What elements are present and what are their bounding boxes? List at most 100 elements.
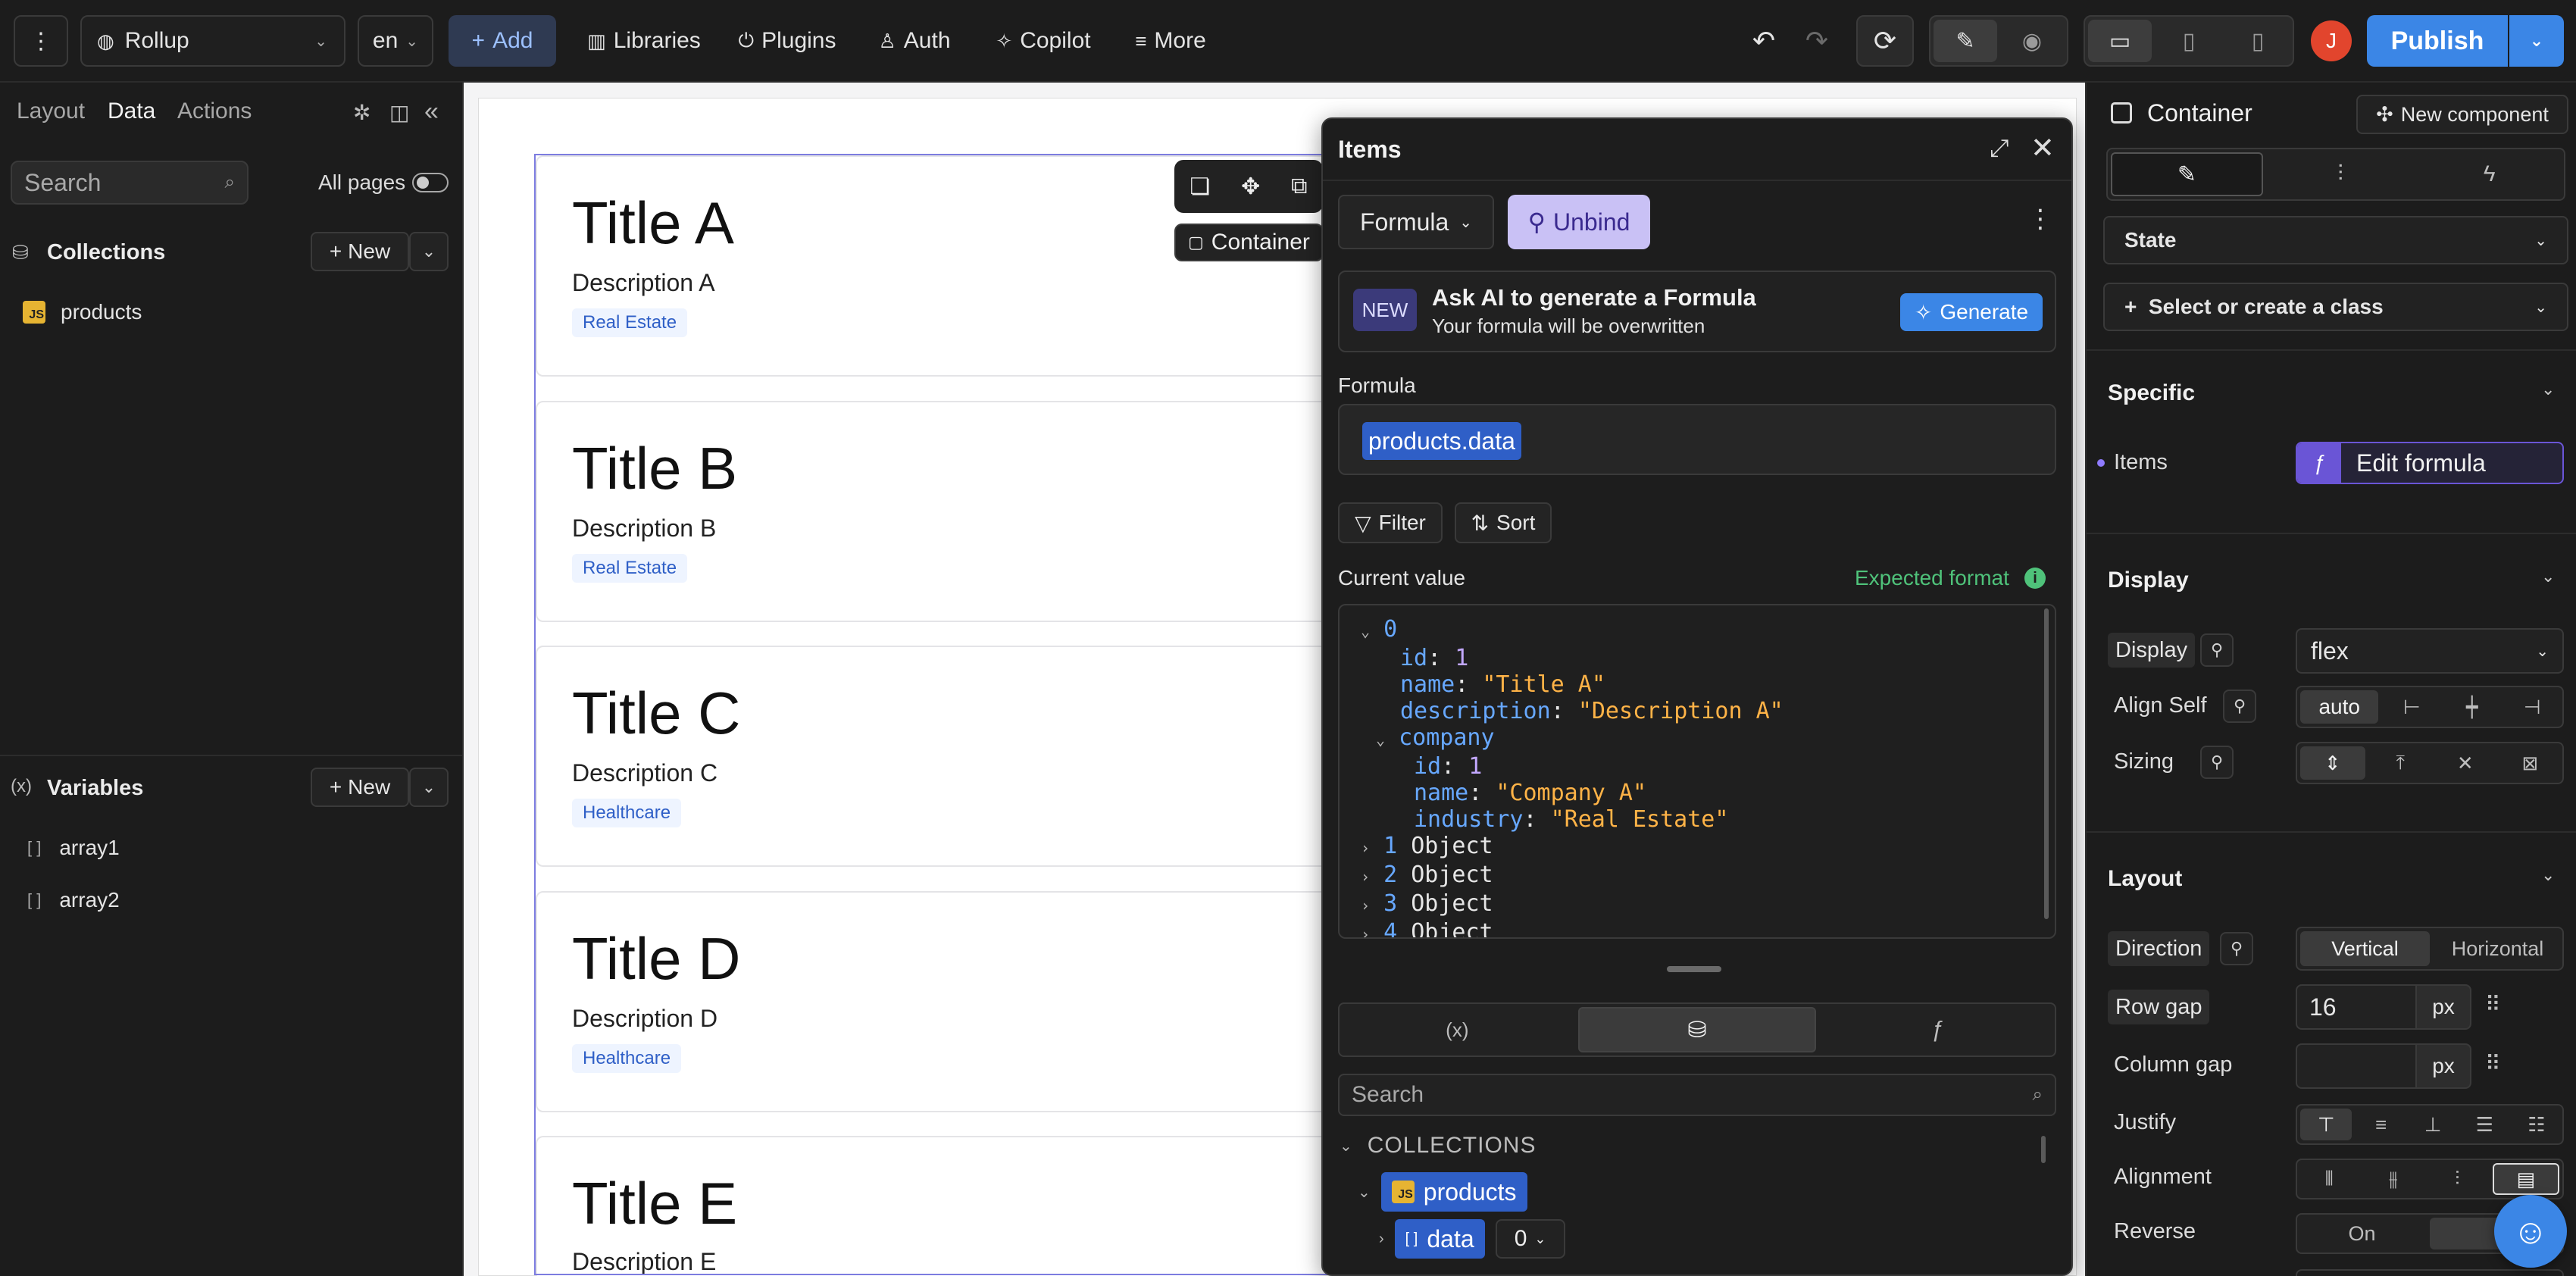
mobile-breakpoint-button[interactable]: ▯ xyxy=(2226,20,2290,62)
products-chip[interactable]: JS products xyxy=(1380,1172,1527,1212)
language-select[interactable]: en ⌄ xyxy=(358,15,433,67)
align-self-end[interactable]: ⊣ xyxy=(2502,687,2562,727)
tab-data[interactable]: Data xyxy=(108,99,155,124)
reverse-on[interactable]: On xyxy=(2297,1215,2427,1253)
new-variable-options[interactable]: ⌄ xyxy=(409,768,449,807)
collections-source-tab[interactable]: ⛁ xyxy=(1577,1007,1817,1052)
drag-handle-icon[interactable]: ⠿ xyxy=(2485,1051,2501,1076)
copilot-button[interactable]: ✧ Copilot xyxy=(986,15,1100,67)
collections-scrollbar[interactable] xyxy=(2041,1136,2046,1163)
book-icon[interactable]: ❏ xyxy=(1190,174,1210,200)
tree-scrollbar[interactable] xyxy=(2044,608,2049,919)
variables-source-tab[interactable]: (x) xyxy=(1340,1004,1575,1056)
unbind-align-self-button[interactable]: ⚲ xyxy=(2223,690,2256,723)
justify-end[interactable]: ⊥ xyxy=(2407,1106,2459,1143)
publish-button[interactable]: Publish xyxy=(2367,15,2508,67)
formula-type-dropdown[interactable]: Formula ⌄ xyxy=(1338,195,1494,249)
drag-handle-icon[interactable]: ⠿ xyxy=(2485,992,2501,1017)
sizing-shrink[interactable]: ⇕ xyxy=(2300,746,2365,780)
formula-editor[interactable]: products.data xyxy=(1338,404,2056,475)
justify-between[interactable]: ☰ xyxy=(2459,1106,2510,1143)
panel-layout-icon[interactable]: ◫ xyxy=(389,100,409,125)
workflows-tab[interactable]: ϟ xyxy=(2415,149,2564,199)
justify-center[interactable]: ≡ xyxy=(2355,1106,2406,1143)
variable-item-array2[interactable]: [ ] array2 xyxy=(27,888,120,912)
bug-icon[interactable]: ✲ xyxy=(353,100,370,125)
align-self-center[interactable]: ┿ xyxy=(2442,687,2503,727)
justify-around[interactable]: ☷ xyxy=(2511,1106,2562,1143)
tree-collection-products[interactable]: ⌄ JS products xyxy=(1358,1172,1527,1212)
new-component-button[interactable]: ✣ New component xyxy=(2356,95,2568,134)
new-collection-options[interactable]: ⌄ xyxy=(409,232,449,271)
class-select[interactable]: + Select or create a class ⌄ xyxy=(2103,283,2568,331)
resize-handle[interactable] xyxy=(1667,966,1721,972)
unbind-button[interactable]: ⚲ Unbind xyxy=(1508,195,1650,249)
tablet-breakpoint-button[interactable]: ▯ xyxy=(2157,20,2221,62)
tree-node[interactable]: › 1 Object xyxy=(1361,833,1784,862)
more-options-icon[interactable]: ⋮ xyxy=(2027,204,2053,234)
chevron-down-icon[interactable]: ⌄ xyxy=(2541,865,2555,885)
unbind-display-button[interactable]: ⚲ xyxy=(2200,633,2234,667)
left-search-input[interactable]: Search xyxy=(24,169,101,197)
align-start[interactable]: ⫴ xyxy=(2297,1160,2362,1198)
row-gap-input[interactable]: 16 xyxy=(2296,984,2417,1030)
formulas-source-tab[interactable]: ƒ xyxy=(1819,1004,2055,1056)
state-select[interactable]: State ⌄ xyxy=(2103,216,2568,264)
main-menu-button[interactable]: ⋮ xyxy=(14,15,68,67)
project-select[interactable]: ◍ Rollup ⌄ xyxy=(80,15,345,67)
avatar[interactable]: J xyxy=(2311,20,2352,61)
tree-data-field[interactable]: › [ ] data 0 ⌄ xyxy=(1379,1219,1565,1259)
new-collection-button[interactable]: + New xyxy=(311,232,409,271)
redo-button[interactable]: ↷ xyxy=(1796,15,1838,67)
info-icon[interactable]: i xyxy=(2024,568,2046,589)
align-self-start[interactable]: ⊢ xyxy=(2381,687,2442,727)
sort-button[interactable]: ⇅ Sort xyxy=(1455,502,1552,543)
chevron-down-icon[interactable]: ⌄ xyxy=(2541,567,2555,586)
all-pages-toggle[interactable] xyxy=(412,173,449,192)
unbind-sizing-button[interactable]: ⚲ xyxy=(2200,746,2234,779)
libraries-button[interactable]: ▥ Libraries xyxy=(576,15,712,67)
new-variable-button[interactable]: + New xyxy=(311,768,409,807)
display-select[interactable]: flex ⌄ xyxy=(2296,628,2564,674)
preview-mode-button[interactable]: ◉ xyxy=(2000,20,2064,62)
row-gap-unit-select[interactable]: px xyxy=(2415,984,2471,1030)
more-button[interactable]: ≡ More xyxy=(1127,15,1214,67)
data-search-input[interactable]: Search xyxy=(1352,1082,1424,1108)
move-icon[interactable]: ✥ xyxy=(1241,174,1260,200)
edit-formula-button[interactable]: ƒ Edit formula xyxy=(2296,442,2564,484)
generate-button[interactable]: ✧ Generate xyxy=(1900,293,2043,331)
column-gap-unit-select[interactable]: px xyxy=(2415,1043,2471,1089)
collapse-panel-icon[interactable]: « xyxy=(424,97,439,127)
filter-button[interactable]: ▽ Filter xyxy=(1338,502,1443,543)
refresh-button[interactable]: ⟳ xyxy=(1856,15,1914,67)
edit-mode-button[interactable]: ✎ xyxy=(1934,20,1997,62)
align-stretch[interactable]: ▤ xyxy=(2492,1163,2559,1195)
add-button[interactable]: + Add xyxy=(449,15,556,67)
align-center[interactable]: ⫵ xyxy=(2362,1160,2426,1198)
tree-node[interactable]: › 2 Object xyxy=(1361,862,1784,890)
desktop-breakpoint-button[interactable]: ▭ xyxy=(2088,20,2152,62)
selected-element-chip[interactable]: ▢ Container xyxy=(1174,224,1324,261)
help-chat-button[interactable]: ☺ xyxy=(2494,1195,2567,1268)
expand-icon[interactable]: ⤢ xyxy=(1990,134,2009,163)
sizing-custom[interactable]: ⊠ xyxy=(2498,743,2563,783)
plugins-button[interactable]: ⏻ Plugins xyxy=(729,15,846,67)
chevron-down-icon[interactable]: ⌄ xyxy=(2541,380,2555,399)
direction-vertical[interactable]: Vertical xyxy=(2300,931,2430,966)
style-tab[interactable]: ✎ xyxy=(2111,152,2263,196)
tree-node[interactable]: ⌄ company xyxy=(1361,724,1784,753)
tab-actions[interactable]: Actions xyxy=(177,99,252,124)
formula-token[interactable]: products.data xyxy=(1362,422,1521,460)
tree-node[interactable]: ⌄ 0 xyxy=(1361,616,1784,645)
direction-horizontal[interactable]: Horizontal xyxy=(2433,928,2562,969)
close-icon[interactable]: ✕ xyxy=(2030,131,2055,165)
sizing-grow[interactable]: ⤒ xyxy=(2368,743,2434,783)
collection-item-products[interactable]: JS products xyxy=(23,300,142,324)
publish-options-button[interactable]: ⌄ xyxy=(2509,15,2564,67)
auth-button[interactable]: ♙ Auth xyxy=(873,15,956,67)
align-self-auto[interactable]: auto xyxy=(2300,690,2379,724)
duplicate-icon[interactable]: ⧉ xyxy=(1291,174,1307,199)
settings-tab[interactable]: ⫶ xyxy=(2266,149,2415,199)
sizing-none[interactable]: ✕ xyxy=(2433,743,2498,783)
align-end[interactable]: ⫶ xyxy=(2425,1160,2490,1198)
